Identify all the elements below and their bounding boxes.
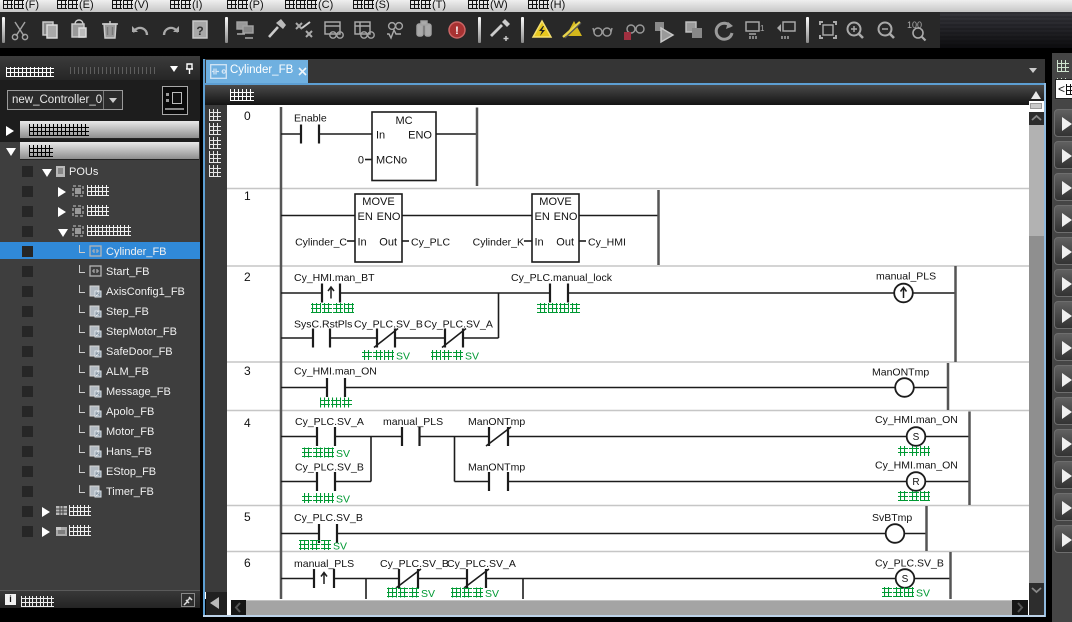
svg-text:Cy_PLC.SV_A: Cy_PLC.SV_A [447,558,516,570]
svg-text:SV: SV [485,588,499,599]
svg-text:MOVE: MOVE [539,196,571,208]
svg-text:0: 0 [358,155,364,167]
svg-text:2: 2 [95,352,100,358]
svg-text:In: In [535,237,544,249]
svg-text:S: S [913,432,920,443]
svg-text:EN: EN [358,211,373,223]
svg-text:Cy_HMI.man_ON: Cy_HMI.man_ON [294,366,377,378]
svg-text:R: R [912,477,919,488]
svg-text:2: 2 [95,292,100,298]
svg-text:Cy_PLC: Cy_PLC [411,237,451,249]
svg-text:!: ! [455,25,459,37]
svg-text:MC: MC [395,115,412,127]
svg-text:SV: SV [421,588,435,599]
svg-text:Cy_PLC.SV_B: Cy_PLC.SV_B [294,512,363,524]
svg-text:SV: SV [336,448,350,460]
svg-text:2: 2 [244,270,251,284]
svg-text:Cy_HMI.man_BT: Cy_HMI.man_BT [294,272,375,284]
svg-text:S: S [902,574,909,585]
svg-text:2: 2 [95,432,100,438]
svg-text:MOVE: MOVE [362,196,394,208]
svg-text:Cy_PLC.SV_B: Cy_PLC.SV_B [875,558,944,570]
svg-text:manual_PLS: manual_PLS [383,416,443,428]
svg-text:ManONTmp: ManONTmp [468,462,525,474]
svg-text:ENO: ENO [554,211,578,223]
svg-text:2: 2 [95,372,100,378]
svg-text:Out: Out [379,237,397,249]
svg-text:Cy_PLC.SV_A: Cy_PLC.SV_A [424,319,493,331]
svg-text:6: 6 [244,556,251,570]
svg-text:Cy_PLC.SV_B: Cy_PLC.SV_B [354,319,423,331]
svg-text:SV: SV [396,351,410,363]
svg-text:Cy_HMI.man_ON: Cy_HMI.man_ON [875,414,958,426]
svg-text:0: 0 [244,109,251,123]
svg-text:SvBTmp: SvBTmp [872,512,912,524]
svg-text:SysC.RstPls: SysC.RstPls [294,319,352,331]
svg-text:1: 1 [760,24,765,33]
svg-text:2: 2 [95,472,100,478]
svg-text:1: 1 [244,189,251,203]
svg-text:2: 2 [95,412,100,418]
svg-text:2: 2 [95,452,100,458]
svg-text:In: In [376,130,385,142]
svg-text:Enable: Enable [294,113,327,125]
svg-text:Cy_PLC.SV_B: Cy_PLC.SV_B [380,558,449,570]
svg-text:SV: SV [333,541,347,553]
svg-text:In: In [358,237,367,249]
svg-text:Cy_PLC.SV_A: Cy_PLC.SV_A [295,416,364,428]
svg-text:3: 3 [244,364,251,378]
svg-text:?: ? [196,24,203,38]
svg-text:2: 2 [95,332,100,338]
svg-text:manual_PLS: manual_PLS [294,558,354,570]
svg-text:ManONTmp: ManONTmp [872,367,929,379]
svg-text:ENO: ENO [377,211,401,223]
svg-text:EN: EN [535,211,550,223]
svg-text:SV: SV [465,351,479,363]
svg-text:4: 4 [244,416,251,430]
svg-text:ENO: ENO [408,130,432,142]
svg-text:2: 2 [95,312,100,318]
svg-text:Cy_HMI.man_ON: Cy_HMI.man_ON [875,460,958,472]
svg-text:ManONTmp: ManONTmp [468,416,525,428]
svg-text:5: 5 [244,510,251,524]
svg-text:SV: SV [916,588,930,600]
svg-text:2: 2 [95,492,100,498]
svg-text:manual_PLS: manual_PLS [876,271,936,283]
svg-text:2: 2 [95,392,100,398]
svg-text:Cy_PLC.manual_lock: Cy_PLC.manual_lock [511,272,613,284]
svg-text:Cy_PLC.SV_B: Cy_PLC.SV_B [295,462,364,474]
svg-text:Cylinder_C: Cylinder_C [295,237,347,249]
svg-text:MCNo: MCNo [376,155,407,167]
svg-text:SV: SV [336,494,350,506]
svg-text:Cy_HMI: Cy_HMI [588,237,626,249]
svg-text:Out: Out [556,237,574,249]
svg-text:Cylinder_K: Cylinder_K [473,237,524,249]
